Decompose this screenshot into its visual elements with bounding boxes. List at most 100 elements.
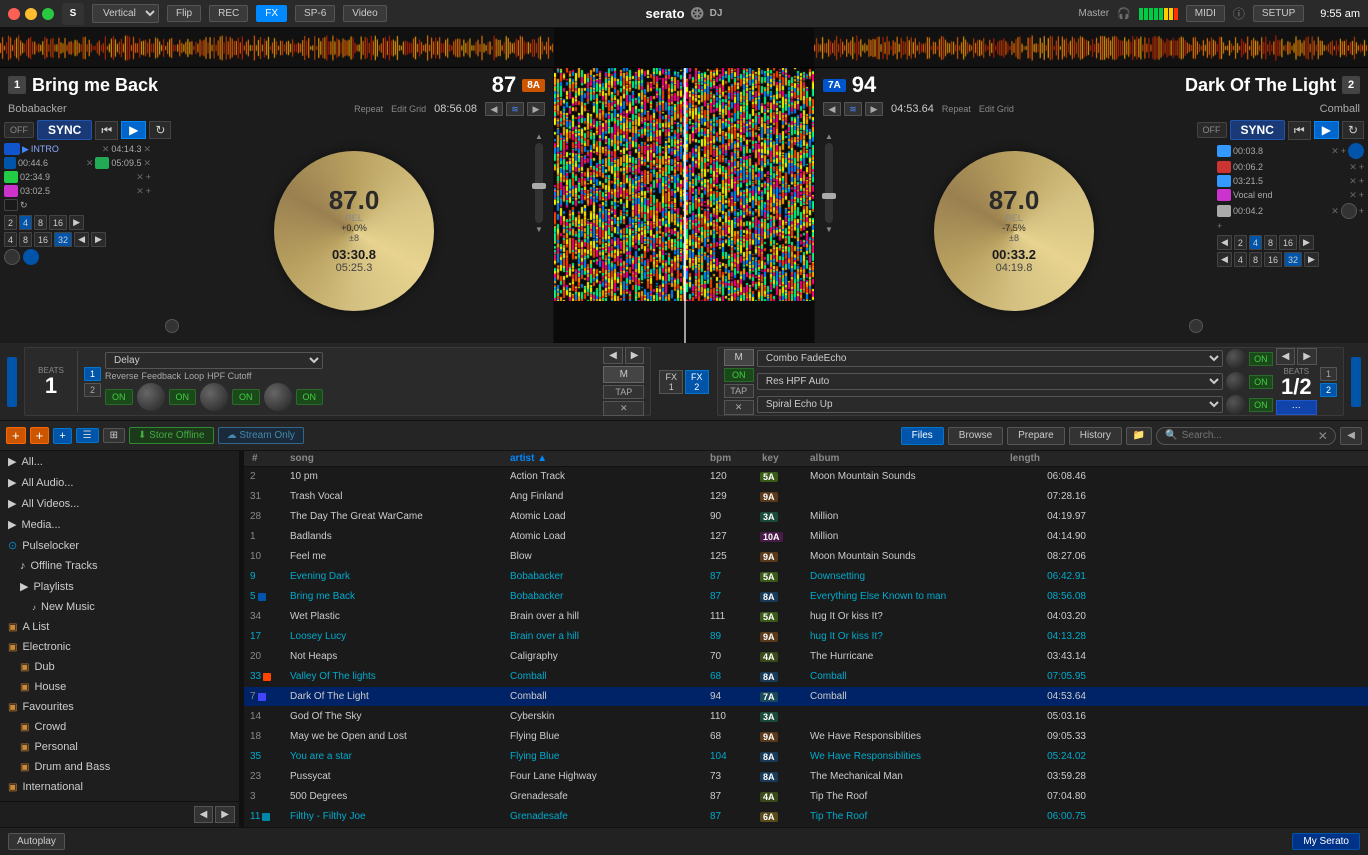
deck1-eq-circle[interactable] [165,319,179,333]
fx-effect-dropdown-3[interactable]: Spiral Echo Up [757,396,1223,413]
deck2-pitch-track[interactable] [825,143,833,223]
deck1-loop-8[interactable]: 8 [34,215,47,230]
deck1-loop-b16[interactable]: 16 [34,232,52,247]
deck1-sync-btn[interactable]: SYNC [37,120,92,140]
deck2-cue-4-plus[interactable]: + [1359,190,1364,200]
deck2-cue-5-icon[interactable] [1341,203,1357,219]
sidebar-item-all-videos[interactable]: ▶ All Videos... [0,493,239,514]
sidebar-item-playlists[interactable]: ▶ Playlists [0,576,239,597]
th-num[interactable]: # [250,453,288,464]
deck1-arrow-icon[interactable]: ▶ [527,102,545,116]
deck2-platter[interactable]: 87.0 REL -7.5% ±8 00:33.2 04:19.8 [934,151,1094,311]
table-row[interactable]: 210 pmAction Track1205AMoon Mountain Sou… [244,467,1368,487]
fx-knob-r3[interactable] [1226,395,1246,415]
deck2-sync-btn[interactable]: SYNC [1230,120,1285,140]
deck2-cue-5-btn[interactable] [1217,205,1231,217]
sidebar-toggle-btn[interactable]: ◀ [1340,427,1362,445]
close-button[interactable] [8,8,20,20]
deck1-loop-b4[interactable]: 4 [4,232,17,247]
th-album[interactable]: album [808,453,1008,464]
deck1-cue-5-btn[interactable] [4,199,18,211]
table-row[interactable]: 7Dark Of The LightComball947AComball04:5… [244,687,1368,707]
my-serato-btn[interactable]: My Serato [1292,833,1360,850]
sidebar-item-personal[interactable]: ▣ Personal [0,737,239,757]
deck1-loop-b32[interactable]: 32 [54,232,72,247]
deck2-loop-b-next[interactable]: ▶ [1304,252,1319,267]
deck1-loop-arrow[interactable]: ▶ [69,215,84,230]
sidebar-item-crowd[interactable]: ▣ Crowd [0,717,239,737]
info-icon[interactable]: ⓘ [1233,5,1245,22]
table-row[interactable]: 23PussycatFour Lane Highway738AThe Mecha… [244,767,1368,787]
add-list-btn[interactable]: + [53,428,71,444]
fx-on-r3[interactable]: ON [1249,398,1273,412]
deck1-eq-icon[interactable] [23,249,39,265]
deck1-cue-4-plus[interactable]: + [146,186,151,196]
table-row[interactable]: 1BadlandsAtomic Load12710AMillion04:14.9… [244,527,1368,547]
fx-on-btn-left[interactable]: ON [105,389,133,405]
deck2-cue-2-x[interactable]: ✕ [1349,162,1357,173]
deck1-cue-4-btn[interactable] [4,185,18,197]
deck2-waveform-icon[interactable]: ≋ [844,102,862,116]
deck2-loop-b8[interactable]: 8 [1249,252,1262,267]
autoplay-btn[interactable]: Autoplay [8,833,65,850]
sidebar-item-favourites[interactable]: ▣ Favourites [0,697,239,717]
list-view-btn[interactable]: ☰ [76,428,99,443]
deck2-loop-2[interactable]: 2 [1234,235,1247,250]
fx-on-right[interactable]: ON [724,368,754,382]
deck1-loop-next[interactable]: ▶ [91,232,106,247]
deck1-off-btn[interactable]: OFF [4,122,34,138]
table-row[interactable]: 11Filthy - Filthy JoeGrenadesafe876ATip … [244,807,1368,827]
add-deck-btn-2[interactable]: + [30,427,50,444]
deck2-cue-3-plus[interactable]: + [1359,176,1364,186]
fx-prev-btn[interactable]: ◀ [603,347,623,364]
th-bpm[interactable]: bpm [708,453,760,464]
deck1-cue-2-btn2[interactable] [95,157,109,169]
deck1-cue-2-x[interactable]: ✕ [86,158,94,169]
table-row[interactable]: 5Bring me BackBobabacker878AEverything E… [244,587,1368,607]
deck1-cue-1-icon[interactable]: ▶ [22,144,29,155]
deck2-loop-arrow[interactable]: ▶ [1299,235,1314,250]
fx-effect-dropdown-1[interactable]: Combo FadeEcho [757,350,1223,367]
deck1-headphone-icon[interactable] [4,249,20,265]
table-row[interactable]: 28The Day The Great WarCameAtomic Load90… [244,507,1368,527]
fx-tap-right[interactable]: TAP [724,384,754,398]
crate-btn[interactable]: 📁 [1126,427,1152,445]
table-row[interactable]: 31Trash VocalAng Finland1299A07:28.16 [244,487,1368,507]
table-row[interactable]: 20Not HeapsCaligraphy704AThe Hurricane03… [244,647,1368,667]
deck2-cue-3-btn[interactable] [1217,175,1231,187]
deck1-cue-3-plus[interactable]: + [146,172,151,182]
deck2-cue-3-x[interactable]: ✕ [1349,176,1357,187]
deck2-loop-16[interactable]: 16 [1279,235,1297,250]
deck1-platter[interactable]: 87.0 REL +0.0% ±8 03:30.8 05:25.3 [274,151,434,311]
tab-files[interactable]: Files [901,427,944,445]
deck1-loop-b8[interactable]: 8 [19,232,32,247]
sidebar-item-pulselocker[interactable]: ⊙ Pulselocker [0,535,239,556]
sidebar-item-all[interactable]: ▶ All... [0,451,239,472]
store-offline-btn[interactable]: ⬇ Store Offline [129,427,214,444]
deck2-cue-5-plus[interactable]: + [1359,206,1364,216]
add-deck-btn[interactable]: + [6,427,26,444]
preset-dropdown[interactable]: Vertical [92,4,159,23]
deck2-cue-4-x[interactable]: ✕ [1349,190,1357,201]
maximize-button[interactable] [42,8,54,20]
table-row[interactable]: 33Valley Of The lightsComball688AComball… [244,667,1368,687]
deck1-repeat[interactable]: Repeat [354,104,383,114]
deck2-prev-btn[interactable]: ⏮ [1288,121,1311,140]
fx-effect-dropdown[interactable]: Delay [105,352,323,369]
fx-center-ch2[interactable]: FX2 [685,370,709,394]
fx-ch1-left[interactable]: 1 [84,367,101,381]
sidebar-item-offline-tracks[interactable]: ♪ Offline Tracks [0,556,239,576]
fx-right-options[interactable]: ⋯ [1276,400,1317,415]
fx-tap-btn[interactable]: TAP [603,385,644,399]
sidebar-item-new-music[interactable]: ♪ New Music [0,597,239,617]
scroll-left-btn[interactable]: ◀ [194,806,214,823]
deck1-waveform-icon[interactable]: ≋ [506,102,524,116]
deck2-cue-2-btn[interactable] [1217,161,1231,173]
sidebar-item-dub[interactable]: ▣ Dub [0,657,239,677]
deck1-cue-2-btn[interactable] [4,157,16,169]
fx-knob-1[interactable] [137,383,165,411]
deck2-loop-b32[interactable]: 32 [1284,252,1302,267]
midi-button[interactable]: MIDI [1186,5,1225,22]
deck2-arr-btn[interactable]: ↻ [1342,121,1364,139]
sidebar-item-electronic[interactable]: ▣ Electronic [0,637,239,657]
